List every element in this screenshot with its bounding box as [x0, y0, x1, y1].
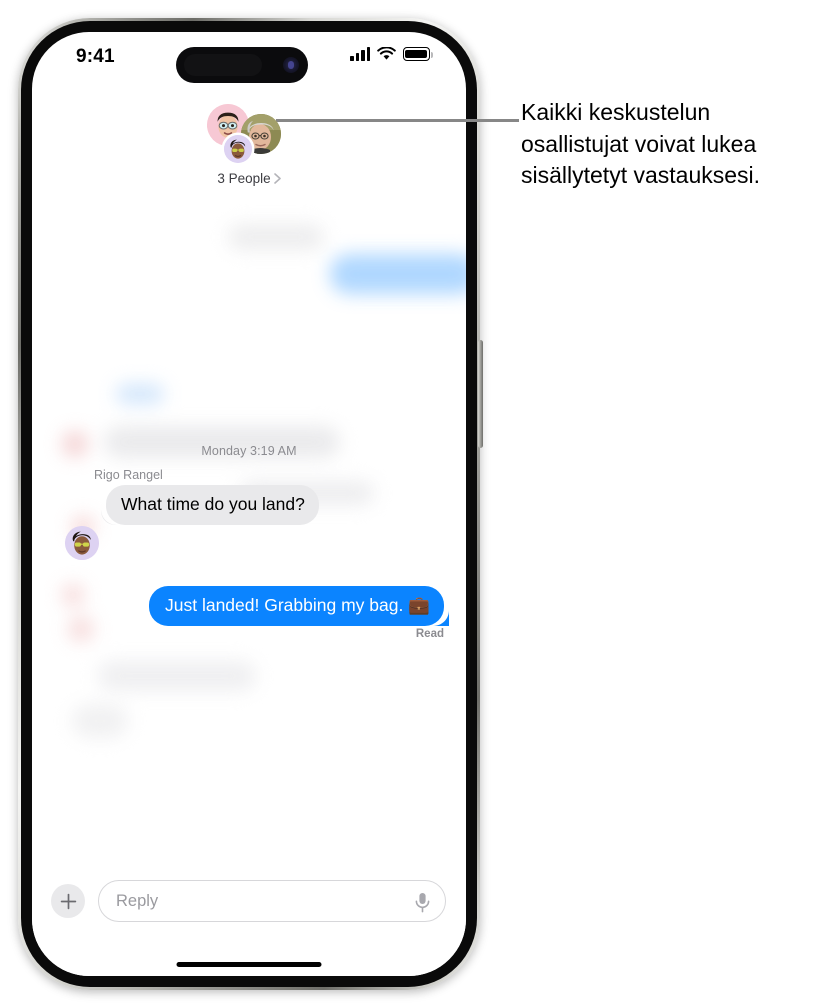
delivery-status-label: Read	[415, 628, 444, 640]
status-bar: 9:41	[32, 32, 466, 86]
home-indicator[interactable]	[176, 961, 322, 967]
message-thread: Monday 3:19 AM Rigo Rangel What time do …	[32, 86, 466, 922]
reply-bar: Reply	[32, 868, 466, 976]
battery-icon	[403, 47, 433, 61]
cellular-bars-icon	[350, 47, 370, 61]
status-icons	[350, 47, 433, 61]
power-button[interactable]	[478, 340, 483, 448]
plus-icon	[60, 893, 76, 909]
status-time: 9:41	[76, 46, 115, 67]
screenshot-canvas: 9:41 3 People Monday 3:19 AM Rigo Rangel…	[0, 0, 814, 1008]
conversation-area[interactable]: 3 People Monday 3:19 AM Rigo Rangel What…	[32, 86, 466, 922]
dynamic-island-pill	[184, 54, 262, 76]
avatar-participant-3[interactable]	[224, 135, 252, 163]
message-timestamp: Monday 3:19 AM	[201, 444, 297, 458]
dynamic-island[interactable]	[176, 47, 308, 83]
microphone-icon[interactable]	[414, 892, 431, 913]
reply-input[interactable]: Reply	[98, 880, 446, 922]
outgoing-message-bubble[interactable]: Just landed! Grabbing my bag. 💼	[149, 586, 444, 626]
callout-leader-line	[276, 119, 519, 122]
incoming-message-bubble[interactable]: What time do you land?	[106, 485, 319, 525]
add-attachment-button[interactable]	[51, 884, 85, 918]
callout-text: Kaikki keskustelun osallistujat voivat l…	[521, 99, 761, 188]
reply-placeholder: Reply	[116, 891, 159, 910]
phone-screen: 9:41 3 People Monday 3:19 AM Rigo Rangel…	[32, 32, 466, 976]
front-camera-icon	[283, 57, 299, 73]
wifi-icon	[377, 47, 396, 60]
sender-name: Rigo Rangel	[94, 468, 163, 482]
phone-device-frame: 9:41 3 People Monday 3:19 AM Rigo Rangel…	[18, 18, 483, 990]
message-sender-avatar[interactable]	[65, 526, 99, 560]
